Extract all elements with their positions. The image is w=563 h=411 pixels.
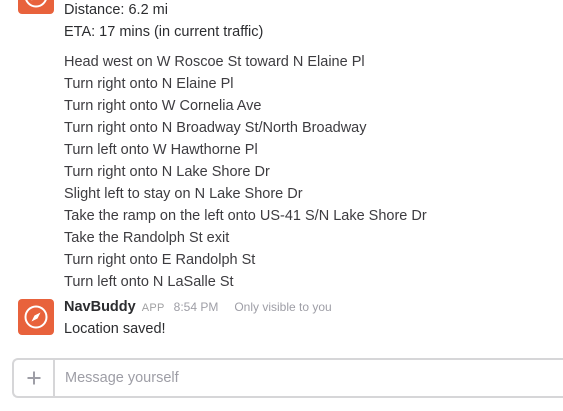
message-input[interactable] <box>55 360 563 396</box>
compass-icon <box>25 0 47 8</box>
route-eta: ETA: 17 mins (in current traffic) <box>64 24 264 40</box>
bot-avatar[interactable] <box>18 299 54 335</box>
direction-step: Slight left to stay on N Lake Shore Dr <box>64 186 303 202</box>
direction-step: Turn right onto N Broadway St/North Broa… <box>64 120 367 136</box>
direction-step: Turn right onto N Elaine Pl <box>64 76 234 92</box>
plus-icon <box>27 371 40 385</box>
direction-step: Turn right onto W Cornelia Ave <box>64 98 262 114</box>
direction-step: Turn right onto E Randolph St <box>64 252 256 268</box>
direction-step: Turn left onto N LaSalle St <box>64 274 234 290</box>
direction-step: Head west on W Roscoe St toward N Elaine… <box>64 54 365 70</box>
sender-name[interactable]: NavBuddy <box>64 299 136 315</box>
direction-step: Take the Randolph St exit <box>64 230 230 246</box>
chat-view: Distance: 6.2 mi ETA: 17 mins (in curren… <box>0 0 563 411</box>
direction-step: Turn left onto W Hawthorne Pl <box>64 142 258 158</box>
message-header: NavBuddy APP 8:54 PM Only visible to you <box>64 299 332 319</box>
message-timestamp[interactable]: 8:54 PM <box>174 300 219 314</box>
bot-avatar-top[interactable] <box>18 0 54 14</box>
app-badge: APP <box>141 302 165 314</box>
add-attachment-button[interactable] <box>14 360 55 396</box>
direction-step: Turn right onto N Lake Shore Dr <box>64 164 270 180</box>
visibility-note: Only visible to you <box>234 300 332 314</box>
message-text: Location saved! <box>64 321 166 337</box>
route-distance: Distance: 6.2 mi <box>64 2 168 18</box>
compass-icon <box>24 305 48 329</box>
direction-step: Take the ramp on the left onto US-41 S/N… <box>64 208 427 224</box>
message-composer <box>12 358 563 398</box>
